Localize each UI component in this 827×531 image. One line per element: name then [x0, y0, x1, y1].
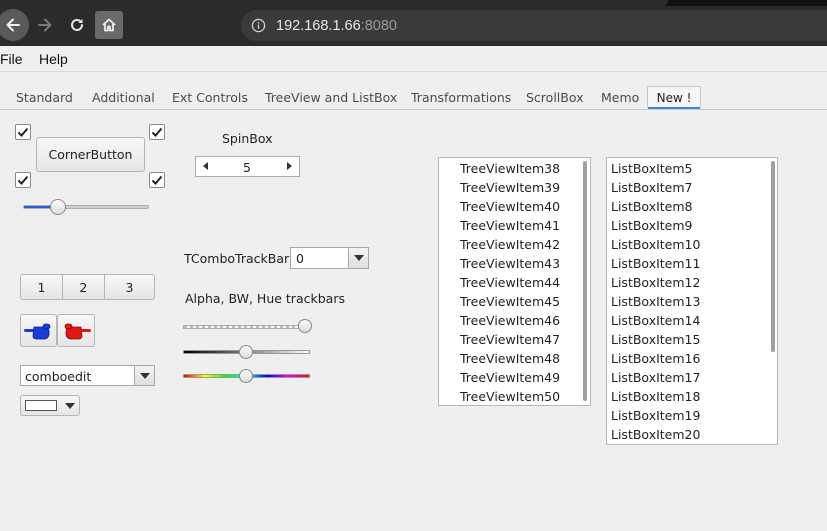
tab-ext-controls[interactable]: Ext Controls	[172, 90, 248, 105]
color-swatch	[25, 400, 57, 411]
arrow-right-icon	[38, 18, 52, 32]
combo-edit[interactable]: comboedit	[20, 365, 155, 386]
home-icon	[102, 18, 116, 32]
checkmark-icon	[151, 127, 163, 137]
tree-item[interactable]: TreeViewItem48	[460, 351, 560, 366]
checkmark-icon	[17, 127, 29, 137]
home-button[interactable]	[95, 11, 123, 39]
list-item[interactable]: ListBoxItem10	[611, 237, 700, 252]
checkmark-icon	[151, 175, 163, 185]
spinbox-value[interactable]: 5	[243, 160, 251, 175]
spin-right-icon[interactable]	[287, 162, 292, 170]
tab-new[interactable]: New !	[647, 86, 701, 108]
list-item[interactable]: ListBoxItem16	[611, 351, 700, 366]
tab-treeview-listbox[interactable]: TreeView and ListBox	[265, 90, 397, 105]
reload-icon	[71, 18, 83, 31]
combo-edit-dropdown-button[interactable]	[134, 366, 154, 385]
list-item[interactable]: ListBoxItem8	[611, 199, 693, 214]
combotrackbar-label: TComboTrackBar:	[184, 251, 294, 266]
tree-item[interactable]: TreeViewItem45	[460, 294, 560, 309]
list-item[interactable]: ListBoxItem17	[611, 370, 700, 385]
checkbox-bottom-left[interactable]	[15, 172, 31, 188]
tree-item[interactable]: TreeViewItem38	[460, 161, 560, 176]
list-item[interactable]: ListBoxItem15	[611, 332, 700, 347]
chevron-down-icon	[353, 255, 364, 261]
list-item[interactable]: ListBoxItem18	[611, 389, 700, 404]
corner-button[interactable]: CornerButton	[36, 137, 145, 172]
chevron-down-icon	[65, 402, 75, 409]
arrow-left-icon	[6, 18, 20, 32]
list-item[interactable]: ListBoxItem20	[611, 427, 700, 442]
combo-edit-text[interactable]: comboedit	[25, 369, 91, 384]
list-item[interactable]: ListBoxItem13	[611, 294, 700, 309]
tab-scrollbox[interactable]: ScrollBox	[526, 90, 584, 105]
list-item[interactable]: ListBoxItem7	[611, 180, 693, 195]
checkbox-top-right[interactable]	[149, 124, 165, 140]
red-hand-button[interactable]	[57, 314, 95, 347]
browser-tab-strip	[0, 0, 827, 6]
reload-button[interactable]	[61, 9, 93, 41]
bw-trackbar-thumb[interactable]	[239, 345, 253, 359]
alpha-trackbar-thumb[interactable]	[298, 319, 312, 333]
list-item[interactable]: ListBoxItem12	[611, 275, 700, 290]
tab-memo[interactable]: Memo	[601, 90, 639, 105]
list-item[interactable]: ListBoxItem14	[611, 313, 700, 328]
tab-standard[interactable]: Standard	[16, 90, 73, 105]
tree-view-scrollbar[interactable]	[583, 161, 587, 401]
trackbars-label: Alpha, BW, Hue trackbars	[185, 291, 345, 306]
checkmark-icon	[17, 175, 29, 185]
tab-divider	[0, 109, 827, 110]
tree-view[interactable]: TreeViewItem38 TreeViewItem39 TreeViewIt…	[438, 157, 591, 406]
tab-transformations[interactable]: Transformations	[411, 90, 511, 105]
spinbox[interactable]: 5	[195, 156, 300, 177]
tree-item[interactable]: TreeViewItem44	[460, 275, 560, 290]
menu-help[interactable]: Help	[39, 51, 68, 67]
tree-item[interactable]: TreeViewItem41	[460, 218, 560, 233]
url-port: :8080	[360, 17, 397, 34]
hue-trackbar-thumb[interactable]	[239, 369, 253, 383]
forward-button[interactable]	[29, 9, 61, 41]
tree-item[interactable]: TreeViewItem40	[460, 199, 560, 214]
small-slider-thumb[interactable]	[50, 199, 66, 215]
chevron-down-icon	[139, 372, 150, 379]
back-button[interactable]	[0, 9, 29, 41]
list-box-scrollbar[interactable]	[771, 161, 775, 352]
checkbox-top-left[interactable]	[15, 124, 31, 140]
menu-bar: File Help	[0, 46, 827, 72]
list-item[interactable]: ListBoxItem11	[611, 256, 700, 271]
combotrackbar-dropdown-button[interactable]	[348, 248, 368, 268]
tree-item[interactable]: TreeViewItem47	[460, 332, 560, 347]
segmented-button-group: 1 2 3	[20, 274, 155, 300]
tree-item[interactable]: TreeViewItem49	[460, 370, 560, 385]
pointing-hand-icon	[23, 323, 50, 339]
spin-left-icon[interactable]	[203, 162, 208, 170]
url-host: 192.168.1.66	[276, 17, 361, 34]
list-item[interactable]: ListBoxItem5	[611, 161, 693, 176]
list-box[interactable]: ListBoxItem5 ListBoxItem7 ListBoxItem8 L…	[606, 157, 778, 445]
segment-button-1[interactable]: 1	[20, 274, 63, 300]
spinbox-label: SpinBox	[222, 131, 273, 146]
browser-toolbar: 192.168.1.66:8080	[0, 0, 827, 46]
address-bar[interactable]: 192.168.1.66:8080	[241, 10, 827, 41]
tree-item[interactable]: TreeViewItem42	[460, 237, 560, 252]
checkbox-bottom-right[interactable]	[149, 172, 165, 188]
segment-button-2[interactable]: 2	[62, 274, 105, 300]
list-item[interactable]: ListBoxItem19	[611, 408, 700, 423]
alpha-trackbar[interactable]	[183, 325, 310, 329]
list-item[interactable]: ListBoxItem9	[611, 218, 693, 233]
tree-item[interactable]: TreeViewItem46	[460, 313, 560, 328]
pointing-hand-icon	[64, 323, 91, 339]
tree-item[interactable]: TreeViewItem50	[460, 389, 560, 404]
info-icon[interactable]	[251, 18, 266, 33]
menu-file[interactable]: File	[0, 51, 23, 67]
color-combo[interactable]	[20, 395, 80, 416]
tree-item[interactable]: TreeViewItem39	[460, 180, 560, 195]
combotrackbar[interactable]: 0	[290, 247, 369, 269]
blue-hand-button[interactable]	[20, 314, 57, 347]
tab-additional[interactable]: Additional	[92, 90, 155, 105]
tree-item[interactable]: TreeViewItem43	[460, 256, 560, 271]
combotrackbar-value[interactable]: 0	[296, 251, 304, 266]
segment-button-3[interactable]: 3	[104, 274, 155, 300]
